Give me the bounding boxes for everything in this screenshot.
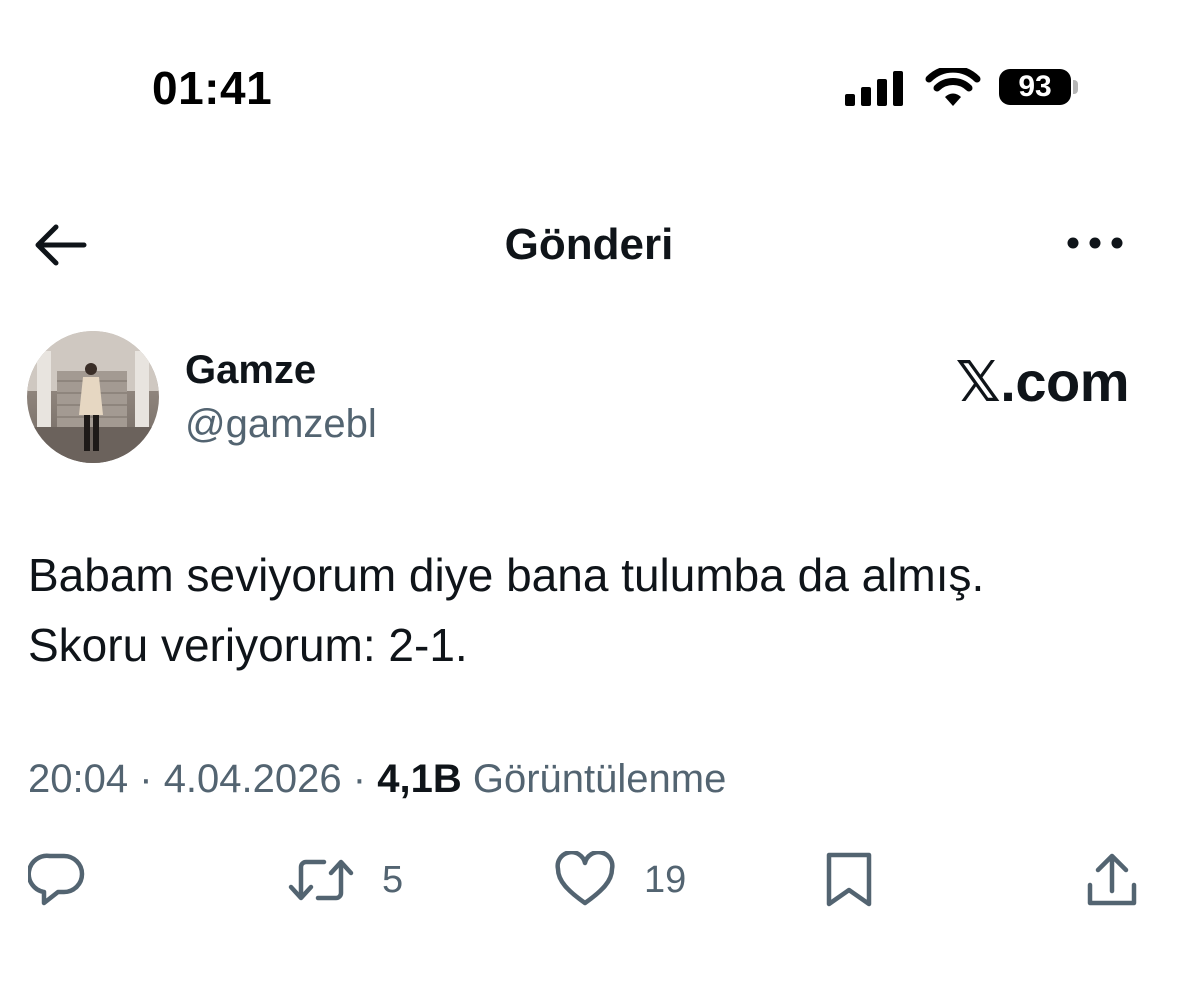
status-icons: 93 bbox=[843, 66, 1088, 110]
post-text-line: Babam seviyorum diye bana tulumba da alm… bbox=[28, 549, 985, 601]
avatar-image bbox=[27, 331, 159, 463]
battery-tip bbox=[1073, 80, 1078, 94]
author-handle[interactable]: @gamzebl bbox=[185, 400, 377, 448]
post-date[interactable]: 4.04.2026 bbox=[164, 757, 342, 801]
post-time[interactable]: 20:04 bbox=[28, 757, 128, 801]
share-icon bbox=[1087, 853, 1137, 906]
share-button[interactable] bbox=[1084, 850, 1140, 910]
views-count[interactable]: 4,1B bbox=[377, 757, 462, 801]
page-title: Gönderi bbox=[504, 220, 674, 269]
like-count: 19 bbox=[644, 859, 687, 901]
repost-icon bbox=[288, 859, 354, 901]
bookmark-icon bbox=[826, 852, 872, 907]
like-button[interactable]: 19 bbox=[554, 850, 686, 910]
author-name[interactable]: Gamze bbox=[185, 346, 316, 394]
reply-icon bbox=[28, 853, 85, 906]
brand-watermark: 𝕏.com bbox=[955, 350, 1130, 413]
repost-count: 5 bbox=[382, 859, 404, 901]
post-text-line: Skoru veriyorum: 2-1. bbox=[28, 619, 468, 671]
status-time: 01:41 bbox=[152, 62, 273, 114]
repost-button[interactable]: 5 bbox=[288, 850, 403, 910]
more-options-icon[interactable] bbox=[1066, 232, 1124, 254]
bookmark-button[interactable] bbox=[824, 850, 874, 910]
cellular-signal-icon bbox=[845, 71, 903, 106]
views-label[interactable]: Görüntülenme bbox=[473, 757, 726, 801]
battery-icon: 93 bbox=[999, 69, 1071, 105]
meta-separator: · bbox=[139, 757, 153, 801]
reply-button[interactable] bbox=[28, 850, 86, 910]
post-text: Babam seviyorum diye bana tulumba da alm… bbox=[28, 540, 1148, 680]
post-meta: 20:04 · 4.04.2026 · 4,1B Görüntülenme bbox=[28, 754, 726, 804]
wifi-icon bbox=[925, 68, 981, 106]
avatar[interactable] bbox=[27, 331, 159, 463]
heart-icon bbox=[555, 851, 615, 906]
meta-separator: · bbox=[352, 757, 367, 801]
